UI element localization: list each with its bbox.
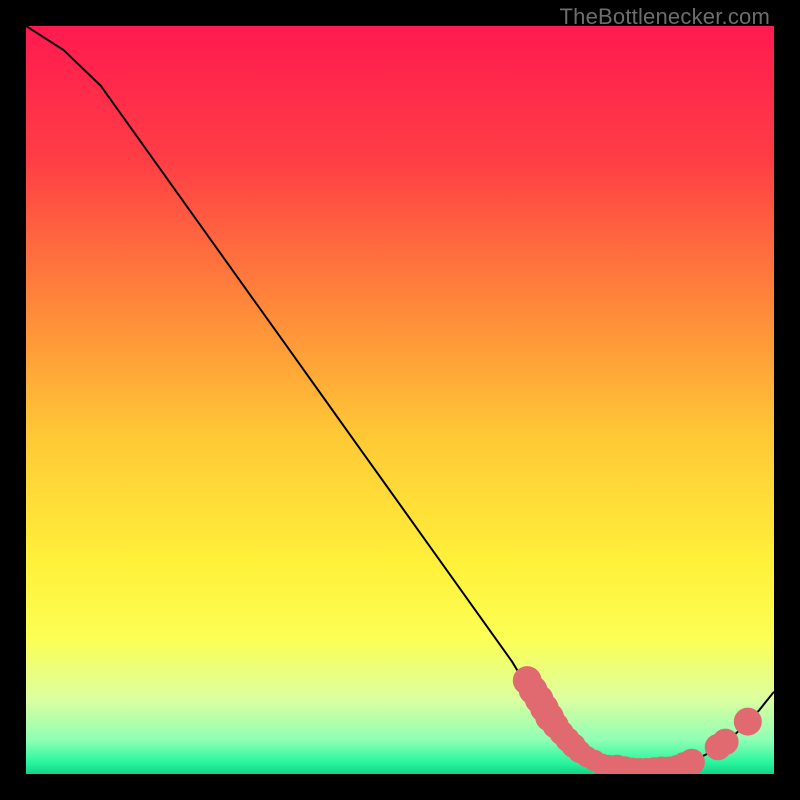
data-marker <box>712 729 738 755</box>
chart-frame: TheBottlenecker.com <box>0 0 800 800</box>
plot-area <box>26 26 774 774</box>
chart-svg <box>26 26 774 774</box>
data-marker <box>734 708 762 736</box>
data-marker <box>679 749 705 774</box>
